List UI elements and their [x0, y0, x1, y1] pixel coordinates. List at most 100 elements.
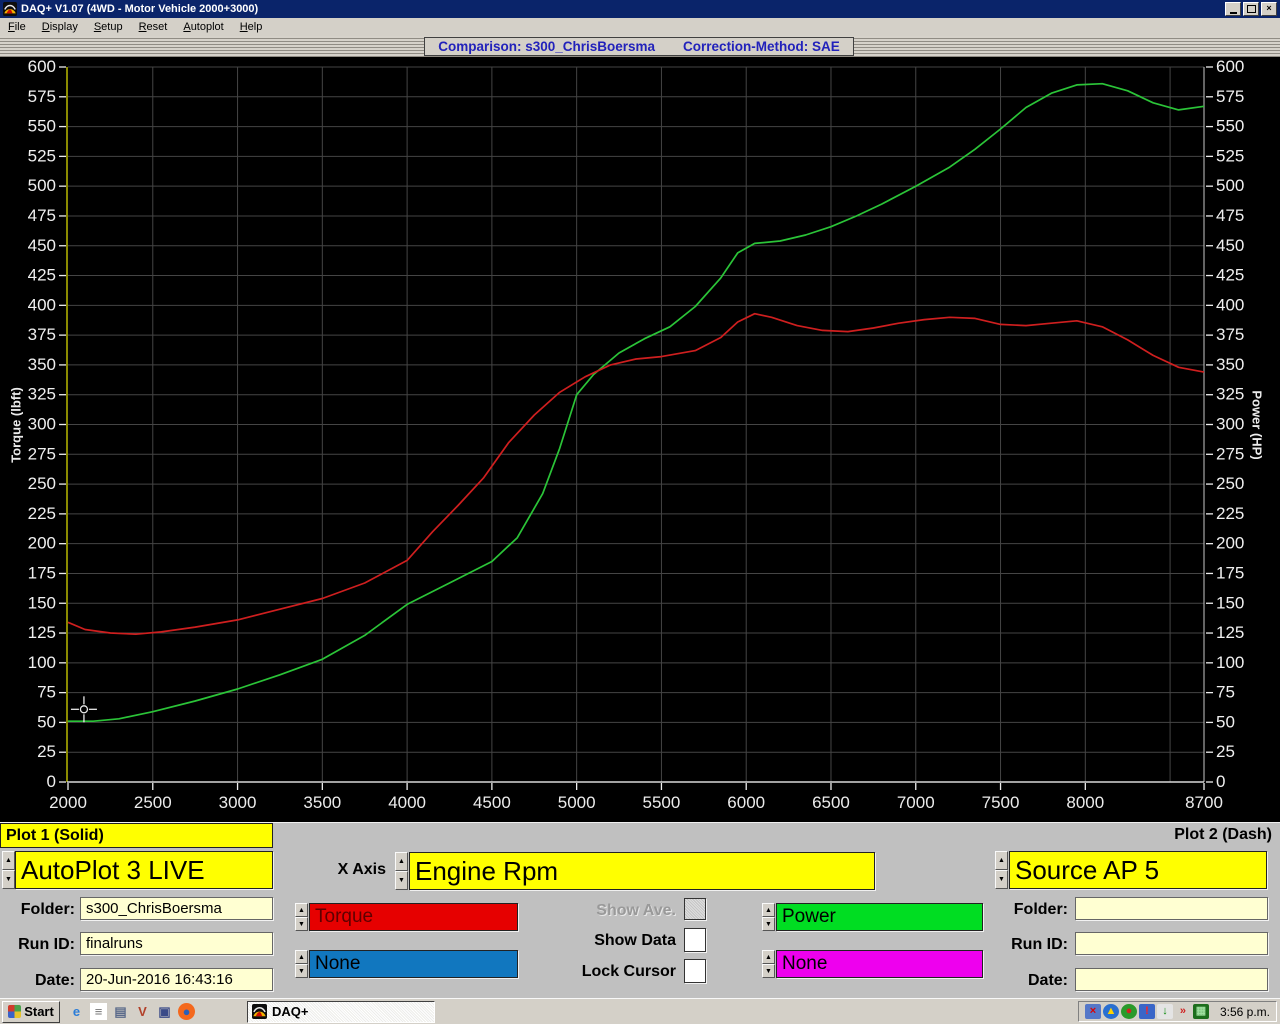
menu-item-display[interactable]: Display — [34, 19, 86, 35]
paint-tools-icon[interactable]: V — [134, 1003, 151, 1020]
menu-item-autoplot[interactable]: Autoplot — [175, 19, 231, 35]
plot1-folder-input[interactable]: s300_ChrisBoersma — [80, 897, 273, 920]
tray-offline-icon[interactable]: × — [1085, 1004, 1101, 1019]
svg-text:150: 150 — [1216, 593, 1244, 612]
restore-button[interactable] — [1243, 2, 1259, 16]
menu-item-reset[interactable]: Reset — [131, 19, 176, 35]
svg-text:2500: 2500 — [134, 793, 172, 812]
svg-text:8700: 8700 — [1185, 793, 1223, 812]
plot2-runid-label: Run ID: — [990, 936, 1068, 954]
tray-globe-warning-icon[interactable]: ▲ — [1103, 1004, 1119, 1019]
svg-text:300: 300 — [28, 415, 56, 434]
plot1-title: Plot 1 (Solid) — [0, 823, 273, 848]
svg-text:375: 375 — [1216, 325, 1244, 344]
svg-text:425: 425 — [1216, 266, 1244, 285]
svg-text:5000: 5000 — [558, 793, 596, 812]
x-axis-field[interactable]: Engine Rpm — [409, 852, 875, 890]
svg-text:325: 325 — [28, 385, 56, 404]
plot2-y2-spinner[interactable]: ▲▼ — [762, 950, 775, 978]
svg-text:550: 550 — [28, 117, 56, 136]
svg-text:425: 425 — [28, 266, 56, 285]
svg-text:7000: 7000 — [897, 793, 935, 812]
window-title: DAQ+ V1.07 (4WD - Motor Vehicle 2000+300… — [21, 3, 1223, 15]
svg-text:75: 75 — [37, 683, 56, 702]
show-data-label: Show Data — [558, 932, 676, 950]
plot1-y1-spinner[interactable]: ▲▼ — [295, 903, 308, 931]
svg-text:0: 0 — [1216, 772, 1225, 791]
lock-cursor-checkbox[interactable] — [684, 959, 706, 983]
svg-text:225: 225 — [28, 504, 56, 523]
svg-text:550: 550 — [1216, 117, 1244, 136]
daq-task-icon — [252, 1004, 267, 1019]
tray-download-icon[interactable]: ↓ — [1157, 1004, 1173, 1019]
new-document-icon[interactable]: ≡ — [90, 1003, 107, 1020]
svg-text:50: 50 — [37, 712, 56, 731]
svg-text:275: 275 — [28, 444, 56, 463]
menu-item-help[interactable]: Help — [232, 19, 271, 35]
lock-cursor-label: Lock Cursor — [546, 963, 676, 981]
svg-text:475: 475 — [1216, 206, 1244, 225]
menu-item-file[interactable]: File — [0, 19, 34, 35]
plot2-source-field[interactable]: Source AP 5 — [1009, 851, 1267, 889]
internet-explorer-icon[interactable]: e — [68, 1003, 85, 1020]
plot1-y1-field[interactable]: Torque — [309, 903, 518, 931]
tray-fast-forward-icon[interactable]: » — [1175, 1004, 1191, 1019]
app-icon — [3, 2, 17, 16]
svg-text:275: 275 — [1216, 444, 1244, 463]
plot2-runid-input[interactable] — [1075, 932, 1268, 955]
show-data-checkbox[interactable] — [684, 928, 706, 952]
plot2-folder-input[interactable] — [1075, 897, 1268, 920]
task-button-label: DAQ+ — [272, 1004, 308, 1019]
svg-text:450: 450 — [28, 236, 56, 255]
plot1-y2-field[interactable]: None — [309, 950, 518, 978]
start-button-label: Start — [24, 1004, 54, 1019]
menu-bar: FileDisplaySetupResetAutoplotHelp — [0, 18, 1280, 36]
media-list-icon[interactable]: ▤ — [112, 1003, 129, 1020]
title-bar: DAQ+ V1.07 (4WD - Motor Vehicle 2000+300… — [0, 0, 1280, 18]
svg-text:100: 100 — [1216, 653, 1244, 672]
svg-text:5500: 5500 — [643, 793, 681, 812]
plot1-runid-input[interactable]: finalruns — [80, 932, 273, 955]
svg-text:500: 500 — [1216, 176, 1244, 195]
plot2-source-spinner[interactable]: ▲▼ — [995, 851, 1008, 889]
plot2-y2-field[interactable]: None — [776, 950, 983, 978]
firefox-icon[interactable]: ● — [178, 1003, 195, 1020]
plot2-date-input[interactable] — [1075, 968, 1268, 991]
taskbar: Start e ≡ ▤ V ▣ ● DAQ+ ×▲●!↓»▦ 3:56 p.m. — [0, 998, 1280, 1024]
svg-text:7500: 7500 — [982, 793, 1020, 812]
plot1-y2-spinner[interactable]: ▲▼ — [295, 950, 308, 978]
svg-text:200: 200 — [28, 534, 56, 553]
torque-curve — [68, 314, 1204, 635]
svg-text:325: 325 — [1216, 385, 1244, 404]
task-button-daq[interactable]: DAQ+ — [247, 1001, 435, 1023]
svg-text:0: 0 — [47, 772, 56, 791]
plot1-source-spinner[interactable]: ▲▼ — [2, 851, 15, 889]
menu-item-setup[interactable]: Setup — [86, 19, 131, 35]
daq-application-window: DAQ+ V1.07 (4WD - Motor Vehicle 2000+300… — [0, 0, 1280, 1024]
plot2-y1-field[interactable]: Power — [776, 903, 983, 931]
plot2-y1-spinner[interactable]: ▲▼ — [762, 903, 775, 931]
tray-sync-error-icon[interactable]: ● — [1121, 1004, 1137, 1019]
svg-text:450: 450 — [1216, 236, 1244, 255]
plot-canvas[interactable]: 0025255050757510010012512515015017517520… — [0, 57, 1280, 822]
tray-network-icon[interactable]: ▦ — [1193, 1004, 1209, 1019]
svg-text:25: 25 — [37, 742, 56, 761]
x-axis-spinner[interactable]: ▲▼ — [395, 852, 408, 890]
plot2-title: Plot 2 (Dash) — [1080, 826, 1272, 844]
dyno-graph[interactable]: 0025255050757510010012512515015017517520… — [0, 57, 1280, 822]
close-button[interactable]: × — [1261, 2, 1277, 16]
svg-text:600: 600 — [1216, 57, 1244, 76]
system-tray: ×▲●!↓»▦ 3:56 p.m. — [1078, 1001, 1277, 1022]
svg-text:400: 400 — [1216, 295, 1244, 314]
plot1-source-field[interactable]: AutoPlot 3 LIVE — [15, 851, 273, 889]
minimize-button[interactable] — [1225, 2, 1241, 16]
window-switch-icon[interactable]: ▣ — [156, 1003, 173, 1020]
plot-cursor[interactable] — [80, 706, 87, 713]
plot1-date-input[interactable]: 20-Jun-2016 16:43:16 — [80, 968, 273, 991]
svg-text:525: 525 — [1216, 146, 1244, 165]
plot1-runid-label: Run ID: — [0, 936, 75, 954]
start-button[interactable]: Start — [2, 1001, 60, 1023]
tray-alert-book-icon[interactable]: ! — [1139, 1004, 1155, 1019]
show-ave-label: Show Ave. — [558, 902, 676, 920]
svg-text:525: 525 — [28, 146, 56, 165]
